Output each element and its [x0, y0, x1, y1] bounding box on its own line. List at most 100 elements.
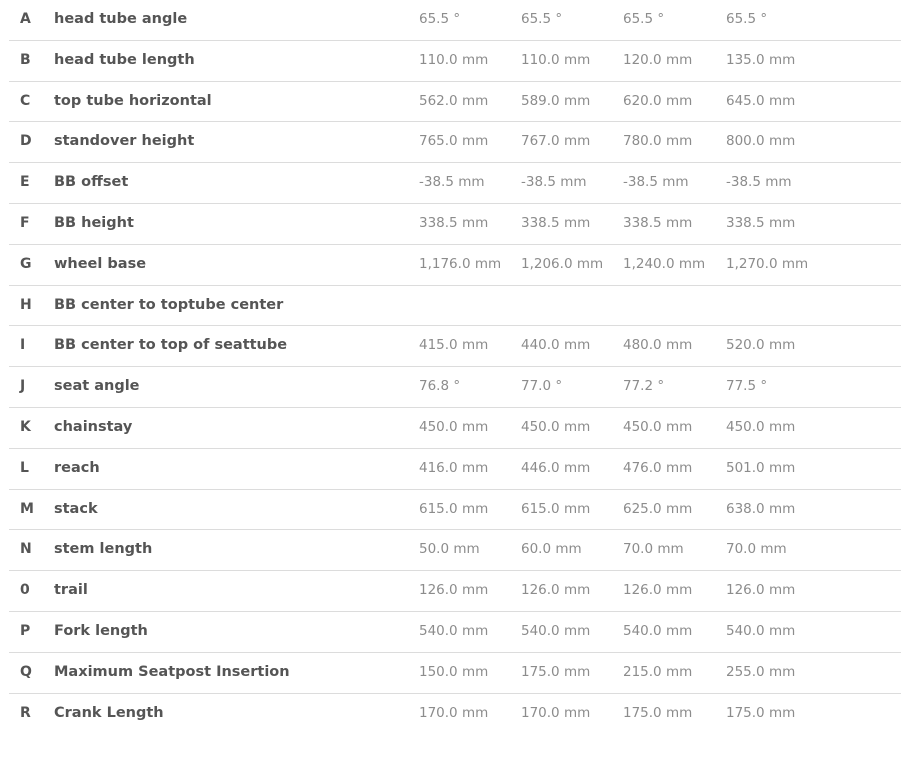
size-value: 562.0 mm: [419, 92, 489, 109]
row-letter: L: [20, 459, 29, 476]
size-value: -38.5 mm: [726, 174, 792, 191]
size-value: 415.0 mm: [419, 337, 489, 354]
row-label: head tube length: [54, 51, 195, 68]
table-row: 0 trail 126.0 mm 126.0 mm 126.0 mm 126.0 mm: [9, 571, 901, 612]
size-value: 338.5 mm: [521, 214, 591, 231]
row-label: Maximum Seatpost Insertion: [54, 663, 290, 680]
row-letter: G: [20, 255, 32, 272]
row-letter: H: [20, 296, 32, 313]
table-row: H BB center to toptube center: [9, 286, 901, 327]
size-value: 446.0 mm: [521, 459, 591, 476]
table-row: Mstack 615.0 mm 615.0 mm 625.0 mm 638.0 mm: [9, 490, 901, 531]
size-value: 338.5 mm: [419, 214, 489, 231]
size-value: 1,206.0 mm: [521, 255, 604, 272]
size-value: 540.0 mm: [521, 622, 591, 639]
size-value: 175.0 mm: [521, 663, 591, 680]
size-value: 65.5 °: [623, 11, 665, 27]
row-letter: J: [20, 378, 26, 395]
row-label: seat angle: [54, 378, 140, 395]
table-row: Nstem length 50.0 mm 60.0 mm 70.0 mm 70.0 mm: [9, 530, 901, 572]
table-row: Bhead tube length 110.0 mm 110.0 mm 120.0 m…: [9, 41, 901, 82]
size-value: 645.0 mm: [726, 92, 796, 109]
size-value: 780.0 mm: [623, 133, 693, 150]
table-row: P Fork length 540.0 mm 540.0 mm 540.0 mm 540.…: [9, 612, 901, 653]
row-label: head tube angle: [54, 11, 188, 27]
size-value: 615.0 mm: [419, 500, 489, 517]
table-row: Kchainstay 450.0 mm 450.0 mm 450.0 mm 450.0 …: [9, 408, 901, 449]
size-value: 65.5 °: [521, 11, 563, 27]
size-value: 540.0 mm: [726, 622, 796, 639]
size-value: 126.0 mm: [521, 582, 591, 599]
size-value: 215.0 mm: [623, 663, 693, 680]
size-value: 126.0 mm: [623, 582, 693, 599]
size-value: 540.0 mm: [419, 622, 489, 639]
size-value: 1,270.0 mm: [726, 255, 809, 272]
size-value: 620.0 mm: [623, 92, 693, 109]
row-label: BB center to top of seattube: [54, 337, 288, 354]
size-value: 450.0 mm: [623, 418, 693, 435]
size-value: 440.0 mm: [521, 337, 591, 354]
size-value: 77.0 °: [521, 378, 563, 395]
size-value: 126.0 mm: [419, 582, 489, 599]
size-value: 255.0 mm: [726, 663, 796, 680]
size-value: 767.0 mm: [521, 133, 591, 150]
size-value: 450.0 mm: [726, 418, 796, 435]
table-row: Lreach 416.0 mm 446.0 mm 476.0 mm 501.0 mm: [9, 449, 901, 490]
size-value: 416.0 mm: [419, 459, 489, 476]
size-value: 110.0 mm: [419, 51, 489, 68]
size-value: 501.0 mm: [726, 459, 796, 476]
table-row: Jseat angle 76.8 ° 77.0 ° 77.2 ° 77.5 °: [9, 367, 901, 408]
row-label: standover height: [54, 133, 195, 150]
row-label: chainstay: [54, 418, 133, 435]
row-letter: I: [20, 337, 26, 354]
size-value: 77.2 °: [623, 378, 665, 395]
size-value: 338.5 mm: [726, 214, 796, 231]
row-label: Crank Length: [54, 704, 164, 721]
geometry-table: Ahead tube angle 65.5 ° 65.5 ° 65.5 ° 65.5 °…: [9, 0, 901, 734]
size-value: 70.0 mm: [726, 541, 787, 558]
row-label: BB height: [54, 214, 134, 231]
size-value: 589.0 mm: [521, 92, 591, 109]
row-letter: D: [20, 133, 32, 150]
row-letter: E: [20, 174, 30, 191]
size-value: 338.5 mm: [623, 214, 693, 231]
row-label: Fork length: [54, 622, 148, 639]
size-value: 638.0 mm: [726, 500, 796, 517]
row-label: BB center to toptube center: [54, 296, 284, 313]
size-value: 625.0 mm: [623, 500, 693, 517]
size-value: 170.0 mm: [521, 704, 591, 721]
row-label: stem length: [54, 541, 153, 558]
size-value: 480.0 mm: [623, 337, 693, 354]
size-value: 65.5 °: [419, 11, 461, 27]
row-letter: M: [20, 500, 34, 517]
table-row: Q Maximum Seatpost Insertion 150.0 mm 175.0…: [9, 653, 901, 694]
row-label: trail: [54, 582, 88, 599]
size-value: 126.0 mm: [726, 582, 796, 599]
table-row: Ahead tube angle 65.5 ° 65.5 ° 65.5 ° 65.5 °: [9, 0, 901, 41]
size-value: 120.0 mm: [623, 51, 693, 68]
row-letter: R: [20, 704, 31, 721]
size-value: 70.0 mm: [623, 541, 684, 558]
size-value: 450.0 mm: [419, 418, 489, 435]
size-value: -38.5 mm: [623, 174, 689, 191]
size-value: 175.0 mm: [623, 704, 693, 721]
table-row: F BB height 338.5 mm 338.5 mm 338.5 mm 338.5 …: [9, 204, 901, 245]
size-value: 765.0 mm: [419, 133, 489, 150]
row-letter: N: [20, 541, 32, 558]
size-value: 77.5 °: [726, 378, 768, 395]
size-value: 1,176.0 mm: [419, 255, 502, 272]
table-row: Dstandover height 765.0 mm 767.0 mm 780.0 m…: [9, 122, 901, 164]
table-row: R Crank Length 170.0 mm 170.0 mm 175.0 mm 175…: [9, 694, 901, 735]
size-value: 170.0 mm: [419, 704, 489, 721]
row-letter: C: [20, 92, 31, 109]
row-label: top tube horizontal: [54, 92, 212, 109]
row-letter: B: [20, 51, 31, 68]
size-value: 800.0 mm: [726, 133, 796, 150]
row-letter: Q: [20, 663, 32, 680]
size-value: 50.0 mm: [419, 541, 480, 558]
size-value: -38.5 mm: [521, 174, 587, 191]
row-label: reach: [54, 459, 100, 476]
table-row: I BB center to top of seattube 415.0 mm 440…: [9, 326, 901, 368]
size-value: 110.0 mm: [521, 51, 591, 68]
size-value: 65.5 °: [726, 11, 768, 27]
